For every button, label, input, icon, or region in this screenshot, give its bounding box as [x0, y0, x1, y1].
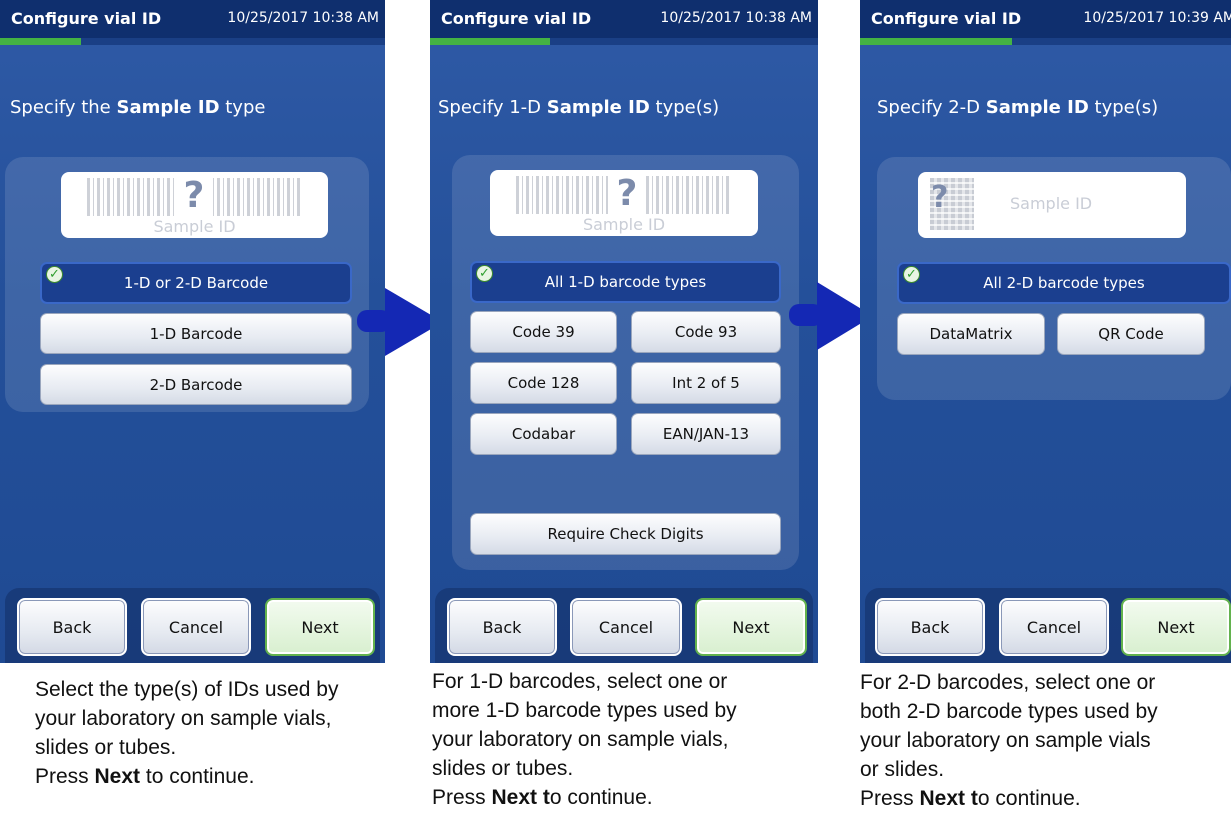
option-1d-or-2d-barcode[interactable]: ✓ 1-D or 2-D Barcode: [40, 262, 352, 304]
caption-panel-3: For 2-D barcodes, select one or both 2-D…: [860, 668, 1158, 813]
caption-line: For 1-D barcodes, select one or: [432, 670, 728, 693]
option-2d-barcode[interactable]: 2-D Barcode: [40, 364, 352, 405]
instruction-post: type: [219, 97, 266, 118]
datetime: 10/25/2017 10:38 AM: [227, 10, 379, 26]
check-icon: ✓: [903, 266, 920, 283]
caption-line: Select the type(s) of IDs used by: [35, 678, 339, 701]
instruction-text: Specify the Sample ID type: [10, 97, 265, 118]
caption-press: Press: [432, 786, 492, 809]
instruction-bold: Sample ID: [985, 97, 1089, 118]
instruction-bold: Sample ID: [116, 97, 220, 118]
progress-bar: [860, 38, 1231, 45]
option-label: All 2-D barcode types: [983, 274, 1145, 292]
option-label: 2-D Barcode: [149, 375, 243, 394]
caption-line: your laboratory on sample vials,: [432, 728, 729, 751]
check-icon: ✓: [46, 266, 63, 283]
caption-line: For 2-D barcodes, select one or: [860, 671, 1156, 694]
caption-press-bold: Next t: [491, 786, 550, 809]
type-code-93[interactable]: Code 93: [631, 311, 781, 353]
progress-fill: [430, 38, 551, 45]
caption-line: or slides.: [860, 758, 945, 781]
caption-press-post: o continue.: [549, 786, 653, 809]
caption-line: more 1-D barcode types used by: [432, 699, 737, 722]
screen-panel-2: Configure vial ID 10/25/2017 10:38 AM Sp…: [430, 0, 818, 663]
progress-fill: [0, 38, 81, 45]
title-bar: Configure vial ID 10/25/2017 10:38 AM: [430, 0, 818, 38]
option-1d-barcode[interactable]: 1-D Barcode: [40, 313, 352, 354]
caption-press-line: Press Next to continue.: [35, 762, 338, 791]
screen-title: Configure vial ID: [11, 9, 162, 28]
sample-id-card: ? Sample ID: [490, 170, 758, 236]
option-label: 1-D or 2-D Barcode: [123, 274, 269, 292]
caption-panel-1: Select the type(s) of IDs used by your l…: [35, 675, 338, 791]
cancel-button[interactable]: Cancel: [141, 598, 251, 656]
back-button[interactable]: Back: [17, 598, 127, 656]
instruction-post: type(s): [1088, 97, 1159, 118]
caption-line: both 2-D barcode types used by: [860, 700, 1158, 723]
require-check-digits-button[interactable]: Require Check Digits: [470, 513, 781, 555]
option-all-1d-types[interactable]: ✓ All 1-D barcode types: [470, 261, 781, 303]
datetime: 10/25/2017 10:38 AM: [660, 10, 812, 26]
sample-id-card: ? Sample ID: [918, 172, 1186, 238]
caption-line: slides or tubes.: [35, 736, 177, 759]
type-qr-code[interactable]: QR Code: [1057, 313, 1205, 355]
instruction-bold: Sample ID: [546, 97, 650, 118]
sample-id-label: Sample ID: [1010, 194, 1093, 213]
next-button[interactable]: Next: [695, 598, 807, 656]
type-code-39[interactable]: Code 39: [470, 311, 617, 353]
caption-line: your laboratory on sample vials,: [35, 707, 332, 730]
question-mark-icon: ?: [608, 172, 646, 216]
question-mark-icon: ?: [931, 180, 949, 215]
instruction-pre: Specify the: [10, 97, 117, 118]
option-label: 1-D Barcode: [149, 324, 243, 343]
caption-press-line: Press Next to continue.: [432, 783, 737, 812]
caption-line: slides or tubes.: [432, 757, 574, 780]
instruction-pre: Specify 1-D: [438, 97, 547, 118]
instruction-post: type(s): [649, 97, 720, 118]
type-code-128[interactable]: Code 128: [470, 362, 617, 404]
next-button[interactable]: Next: [1121, 598, 1231, 656]
type-ean-jan-13[interactable]: EAN/JAN-13: [631, 413, 781, 455]
type-int-2-of-5[interactable]: Int 2 of 5: [631, 362, 781, 404]
title-bar: Configure vial ID 10/25/2017 10:38 AM: [0, 0, 385, 38]
question-mark-icon: ?: [175, 174, 213, 218]
caption-press-line: Press Next to continue.: [860, 784, 1158, 813]
caption-panel-2: For 1-D barcodes, select one or more 1-D…: [432, 667, 737, 812]
screen-panel-1: Configure vial ID 10/25/2017 10:38 AM Sp…: [0, 0, 385, 663]
type-datamatrix[interactable]: DataMatrix: [897, 313, 1045, 355]
instruction-text: Specify 1-D Sample ID type(s): [438, 97, 719, 118]
sample-id-label: Sample ID: [582, 215, 666, 234]
caption-press-bold: Next t: [919, 787, 978, 810]
check-icon: ✓: [476, 265, 493, 282]
screen-panel-3: Configure vial ID 10/25/2017 10:39 AM Sp…: [860, 0, 1231, 663]
screen-title: Configure vial ID: [871, 9, 1022, 28]
progress-bar: [430, 38, 818, 45]
option-all-2d-types[interactable]: ✓ All 2-D barcode types: [897, 262, 1231, 304]
sample-id-card: ? Sample ID: [61, 172, 328, 238]
title-bar: Configure vial ID 10/25/2017 10:39 AM: [860, 0, 1231, 38]
progress-fill: [860, 38, 1013, 45]
instruction-pre: Specify 2-D: [877, 97, 986, 118]
cancel-button[interactable]: Cancel: [999, 598, 1109, 656]
sample-id-label: Sample ID: [153, 217, 236, 236]
back-button[interactable]: Back: [447, 598, 557, 656]
type-codabar[interactable]: Codabar: [470, 413, 617, 455]
caption-press: Press: [35, 765, 95, 788]
screen-title: Configure vial ID: [441, 9, 592, 28]
caption-press-post: to continue.: [140, 765, 255, 788]
cancel-button[interactable]: Cancel: [570, 598, 682, 656]
back-button[interactable]: Back: [875, 598, 985, 656]
datetime: 10/25/2017 10:39 AM: [1083, 10, 1231, 26]
caption-press-bold: Next: [94, 765, 141, 788]
caption-line: your laboratory on sample vials: [860, 729, 1151, 752]
next-button[interactable]: Next: [265, 598, 375, 656]
option-label: All 1-D barcode types: [544, 273, 707, 291]
instruction-text: Specify 2-D Sample ID type(s): [877, 97, 1158, 118]
caption-press: Press: [860, 787, 920, 810]
caption-press-post: o continue.: [977, 787, 1081, 810]
progress-bar: [0, 38, 385, 45]
